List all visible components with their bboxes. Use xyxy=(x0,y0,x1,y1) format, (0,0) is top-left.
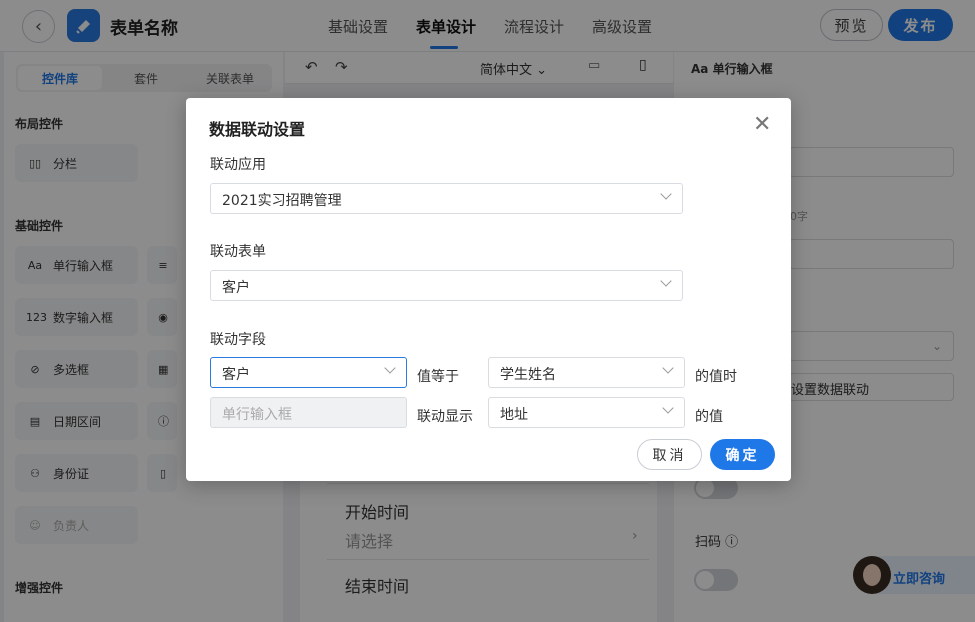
source-field-value: 学生姓名 xyxy=(500,367,556,383)
condition-field-select[interactable]: 客户 xyxy=(210,357,407,388)
target-field-display: 单行输入框 xyxy=(210,397,407,428)
chevron-down-icon xyxy=(660,275,672,287)
link-form-value: 客户 xyxy=(222,280,250,296)
data-link-settings-dialog: 数据联动设置 ✕ 联动应用 2021实习招聘管理 联动表单 客户 联动字段 客户… xyxy=(186,98,791,481)
link-app-select[interactable]: 2021实习招聘管理 xyxy=(210,183,683,214)
link-form-label: 联动表单 xyxy=(210,244,266,260)
chevron-down-icon xyxy=(660,188,672,200)
link-form-select[interactable]: 客户 xyxy=(210,270,683,301)
display-suffix: 的值 xyxy=(695,409,723,425)
display-field-value: 地址 xyxy=(500,407,528,423)
target-field-value: 单行输入框 xyxy=(222,407,292,423)
condition-field-value: 客户 xyxy=(222,367,250,383)
dialog-title: 数据联动设置 xyxy=(209,120,306,139)
equals-label: 值等于 xyxy=(417,369,459,385)
display-field-select[interactable]: 地址 xyxy=(488,397,685,428)
condition-suffix: 的值时 xyxy=(695,369,737,385)
cancel-button[interactable]: 取消 xyxy=(637,439,702,470)
link-app-value: 2021实习招聘管理 xyxy=(222,193,342,209)
confirm-button[interactable]: 确定 xyxy=(710,439,775,470)
chevron-down-icon xyxy=(662,402,674,414)
link-app-label: 联动应用 xyxy=(210,157,266,173)
source-field-select[interactable]: 学生姓名 xyxy=(488,357,685,388)
chevron-down-icon xyxy=(662,362,674,374)
link-display-label: 联动显示 xyxy=(417,409,473,425)
close-icon[interactable]: ✕ xyxy=(753,114,771,136)
chevron-down-icon xyxy=(384,362,396,374)
link-field-label: 联动字段 xyxy=(210,332,266,348)
